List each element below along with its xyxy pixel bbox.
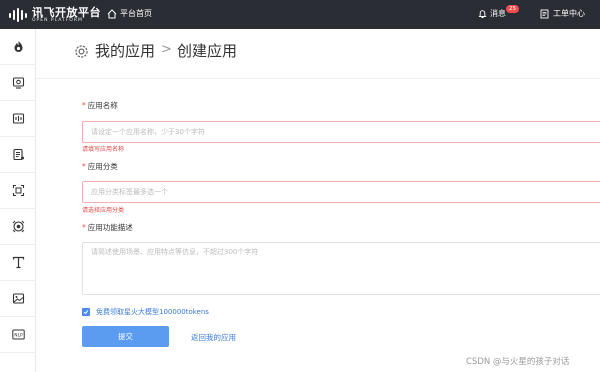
sidebar-item-spark[interactable]	[0, 29, 36, 65]
image-icon	[12, 293, 24, 304]
sidebar-item-text[interactable]	[0, 245, 36, 281]
messages-badge: 25	[506, 5, 519, 13]
app-name-error: 请填写应用名称	[82, 146, 125, 153]
flame-icon	[14, 41, 22, 52]
app-name-input[interactable]: 请设定一个应用名称，少于30个字符	[82, 121, 600, 143]
voice-icon	[12, 113, 24, 124]
messages-label: 消息	[490, 9, 506, 18]
tokens-agree-row[interactable]: 免费领取星火大模型100000tokens	[82, 307, 209, 317]
sidebar-item-scan[interactable]	[0, 173, 36, 209]
tokens-checkbox[interactable]	[82, 308, 90, 316]
main-content: 我的应用 > 创建应用 * 应用名称 请设定一个应用名称，少于30个字符 请填写应…	[36, 29, 600, 372]
logo-subtext: OPEN PLATFORM	[32, 18, 83, 23]
tokens-agree-text: 免费领取星火大模型100000tokens	[96, 308, 209, 316]
home-label: 平台首页	[120, 9, 152, 18]
submit-button[interactable]: 提交	[82, 326, 169, 347]
nlp-label: NLP	[14, 333, 23, 339]
required-mark: *	[82, 101, 86, 110]
check-icon	[83, 310, 89, 315]
app-category-select[interactable]: 应用分类标签最多选一个	[82, 181, 600, 203]
bell-icon	[478, 10, 487, 18]
ticket-label: 工单中心	[553, 9, 585, 18]
scan-icon	[12, 184, 24, 197]
sidebar-item-image[interactable]	[0, 281, 36, 317]
ticket-center-link[interactable]: 工单中心	[540, 7, 585, 21]
breadcrumb: 我的应用 > 创建应用	[36, 29, 600, 79]
platform-logo[interactable]: 讯飞开放平台 OPEN PLATFORM	[8, 3, 101, 26]
sidebar-item-voice[interactable]	[0, 101, 36, 137]
face-icon	[12, 220, 24, 233]
sidebar-item-nlp[interactable]: NLP	[0, 317, 36, 353]
text-icon	[12, 256, 24, 269]
sidebar-item-apps[interactable]	[0, 65, 36, 101]
nlp-icon: NLP	[11, 329, 25, 340]
watermark: CSDN @与火星的孩子对话	[466, 357, 570, 367]
sidebar: NLP	[0, 29, 36, 372]
app-description-textarea[interactable]: 请简述使用场景、应用特点等信息，不超过300个字符	[82, 242, 600, 295]
gear-icon	[75, 45, 88, 58]
logo-icon	[9, 8, 27, 22]
page-subtitle: 创建应用	[177, 42, 238, 60]
app-icon	[12, 77, 24, 89]
home-icon	[107, 9, 117, 19]
back-to-apps-link[interactable]: 返回我的应用	[191, 332, 236, 343]
sidebar-item-face[interactable]	[0, 209, 36, 245]
home-link[interactable]: 平台首页	[107, 7, 152, 21]
app-description-label: * 应用功能描述	[82, 223, 133, 232]
app-category-label: * 应用分类	[82, 162, 118, 171]
sidebar-item-document[interactable]	[0, 137, 36, 173]
app-category-error: 请选择应用分类	[82, 207, 125, 214]
doc-icon	[12, 148, 24, 161]
app-name-placeholder: 请设定一个应用名称，少于30个字符	[91, 128, 205, 136]
app-category-placeholder: 应用分类标签最多选一个	[91, 188, 168, 196]
breadcrumb-separator: >	[161, 42, 172, 57]
messages-link[interactable]: 消息 25	[478, 5, 519, 21]
page-title[interactable]: 我的应用	[95, 41, 155, 61]
required-mark: *	[82, 162, 86, 171]
top-navigation-bar: 讯飞开放平台 OPEN PLATFORM 平台首页 消息 25 工单中心	[0, 0, 600, 29]
ticket-icon	[540, 9, 549, 19]
app-name-label: * 应用名称	[82, 101, 118, 110]
app-description-placeholder: 请简述使用场景、应用特点等信息，不超过300个字符	[91, 248, 259, 256]
required-mark: *	[82, 223, 86, 232]
